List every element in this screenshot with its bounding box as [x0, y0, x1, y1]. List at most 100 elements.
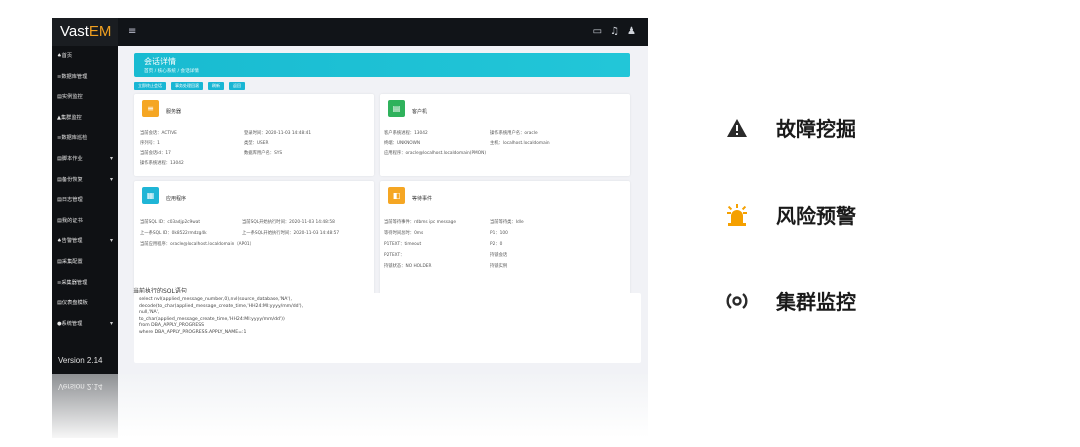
sidebar-item-label: ▤脚本作业	[57, 155, 83, 162]
sql-line: from DBA_APPLY_PROGRESS	[139, 323, 205, 329]
screenshot-reflection: Version 2.14	[52, 374, 648, 438]
sidebar-item[interactable]: ▲集群监控	[52, 108, 118, 129]
sidebar-item-label: ≡数据库管理	[57, 73, 88, 80]
application-field: 当前SQL ID：c03adjp2c9wat	[140, 220, 201, 225]
sidebar-item[interactable]: ♠首页	[52, 46, 118, 67]
chevron-down-icon: ▾	[109, 319, 113, 327]
bell-icon[interactable]: ♫	[610, 26, 619, 37]
reflection-version: Version 2.14	[58, 382, 103, 391]
page-title: 会话详情	[144, 57, 176, 66]
sidebar-item[interactable]: ▤我的证书	[52, 211, 118, 232]
back-button[interactable]: 返回	[229, 82, 245, 90]
wait-field: P1TEXT：timeout	[384, 242, 422, 247]
chevron-down-icon: ▾	[109, 154, 113, 162]
wait-field: 持锁状态：NO HOLDER	[384, 264, 432, 269]
refresh-button[interactable]: 刷新	[208, 82, 224, 90]
sidebar-item-label: ▤采集配置	[57, 258, 83, 265]
sidebar-item-label: ♠首页	[57, 53, 73, 59]
application-field: 当前应用程序：oracle@localhost.localdomain（AP01…	[140, 242, 254, 247]
client-card-title: 客户机	[412, 109, 428, 115]
action-buttons: 立即终止会话 事务处理回滚 刷新 返回	[134, 82, 245, 90]
kill-session-button[interactable]: 立即终止会话	[134, 82, 166, 90]
sql-line: decode(to_char(applied_message_create_ti…	[139, 303, 304, 309]
alarm-light-icon	[724, 202, 750, 228]
chevron-down-icon: ▾	[109, 175, 113, 183]
sidebar-item-label: ▤备份恢复	[57, 176, 83, 183]
sidebar-item[interactable]: ≡采集器管理	[52, 273, 118, 294]
server-icon: ≡	[142, 100, 159, 117]
sidebar-item-label: ▲集群监控	[57, 114, 82, 121]
sidebar-item-label: ▤实例监控	[57, 94, 83, 101]
sidebar-item-label: ●系统管理	[57, 320, 83, 327]
reflection-content	[118, 374, 648, 438]
sidebar-item[interactable]: ▤采集配置	[52, 252, 118, 273]
wait-icon: ◧	[388, 187, 405, 204]
wait-field: 持锁会话	[490, 253, 508, 258]
feature-fault-mining: 故障挖掘	[724, 113, 856, 142]
sidebar-item-label: ▤我的证书	[57, 217, 83, 224]
wait-field: P1：100	[490, 231, 508, 236]
monitor-icon[interactable]: ▭	[593, 26, 602, 37]
wait-field: 当前等待事件：rdbms ipc message	[384, 220, 456, 225]
client-field: 主机：localhost.localdomain	[490, 141, 550, 146]
wait-field: P2TEXT：	[384, 253, 405, 258]
sidebar-item[interactable]: ▤日志管理	[52, 190, 118, 211]
brand-highlight: EM	[88, 23, 112, 40]
sidebar-item-label: ▤日志管理	[57, 197, 83, 204]
server-card: ≡ 服务器 当前会话：ACTIVE 登录时间：2020-11-03 14:48:…	[134, 94, 374, 176]
sidebar-item[interactable]: ▤实例监控	[52, 87, 118, 108]
sidebar-item[interactable]: ≡数据库巡检	[52, 128, 118, 149]
app-icon: ▦	[142, 187, 159, 204]
sql-text-box[interactable]: select nvl(applied_message_number,0),nvl…	[134, 293, 641, 363]
sql-line: null,'NA',	[139, 310, 160, 316]
client-field: 终端：UNKNOWN	[384, 141, 421, 146]
sidebar-item[interactable]: ▤脚本作业 ▾	[52, 149, 118, 170]
server-field: 登录时间：2020-11-03 14:48:41	[244, 131, 312, 136]
sql-line: select nvl(applied_message_number,0),nvl…	[139, 297, 292, 302]
sql-line: to_char(applied_message_create_time,'HH2…	[139, 316, 285, 322]
warning-icon	[724, 115, 750, 141]
client-icon: ▤	[388, 100, 405, 117]
wait-field: P2：0	[490, 242, 503, 247]
sidebar-item-label: ▤仪表盘模板	[57, 300, 88, 307]
chevron-down-icon: ▾	[109, 237, 113, 245]
server-field: 数据库用户名：SYS	[244, 151, 283, 156]
sidebar-item-label: ≡数据库巡检	[57, 135, 88, 142]
server-field: 类型：USER	[244, 141, 269, 146]
wait-field: 持锁实例	[490, 264, 508, 269]
user-icon[interactable]: ♟	[627, 26, 636, 37]
version-label: Version 2.14	[58, 356, 103, 365]
sidebar-item[interactable]: ▤仪表盘模板	[52, 293, 118, 314]
sql-line: where DBA_APPLY_PROGRESS.APPLY_NAME=:1	[139, 329, 247, 335]
client-field: 操作系统用户名：oracle	[490, 131, 538, 136]
sidebar: ♠首页 ≡数据库管理 ▤实例监控 ▲集群监控 ≡数据库巡检 ▤脚本作业 ▾ ▤备份恢复 ▾ ▤日志…	[52, 46, 118, 374]
application-field: 上一条SQL开始执行时间：2020-11-03 14:48:57	[242, 231, 340, 236]
sidebar-item-label: ♠告警管理	[57, 238, 83, 245]
sidebar-item[interactable]: ≡数据库管理	[52, 67, 118, 88]
client-field: 应用程序：oracle@localhost.localdomain(PMON)	[384, 151, 487, 156]
server-field: 操作系统进程：13042	[140, 161, 184, 166]
top-bar: VastEM ≡ ▭ ♫ ♟	[52, 18, 648, 46]
breadcrumb: 首页 / 核心系统 / 会话详情	[144, 69, 199, 74]
application-card-title: 应用程序	[166, 196, 187, 202]
wait-card-title: 等待事件	[412, 196, 433, 202]
client-field: 客户系统进程：13042	[384, 131, 428, 136]
sidebar-item[interactable]: ▤备份恢复 ▾	[52, 170, 118, 191]
sidebar-item[interactable]: ●系统管理 ▾	[52, 314, 118, 335]
application-field: 当前SQL开始执行时间：2020-11-03 14:48:58	[242, 220, 335, 225]
application-field: 上一条SQL ID：0k8522rmdzg4k	[140, 231, 207, 236]
server-card-title: 服务器	[166, 109, 182, 115]
application-card: ▦ 应用程序 当前SQL ID：c03adjp2c9wat 当前SQL开始执行时…	[134, 181, 374, 297]
brand-text: Vast	[60, 23, 89, 40]
feature-label: 风险预警	[776, 204, 856, 228]
server-field: 当前会话id：17	[140, 151, 171, 156]
rollback-button[interactable]: 事务处理回滚	[171, 82, 203, 90]
sidebar-item[interactable]: ♠告警管理 ▾	[52, 231, 118, 252]
wait-field: 等待时间总时：0ms	[384, 231, 424, 236]
top-icons: ▭ ♫ ♟	[593, 26, 636, 37]
server-field: 当前会话：ACTIVE	[140, 131, 177, 136]
menu-icon[interactable]: ≡	[128, 26, 138, 38]
app-logo[interactable]: VastEM	[52, 18, 118, 46]
cluster-monitor-icon	[724, 288, 750, 314]
feature-risk-warning: 风险预警	[724, 200, 856, 229]
